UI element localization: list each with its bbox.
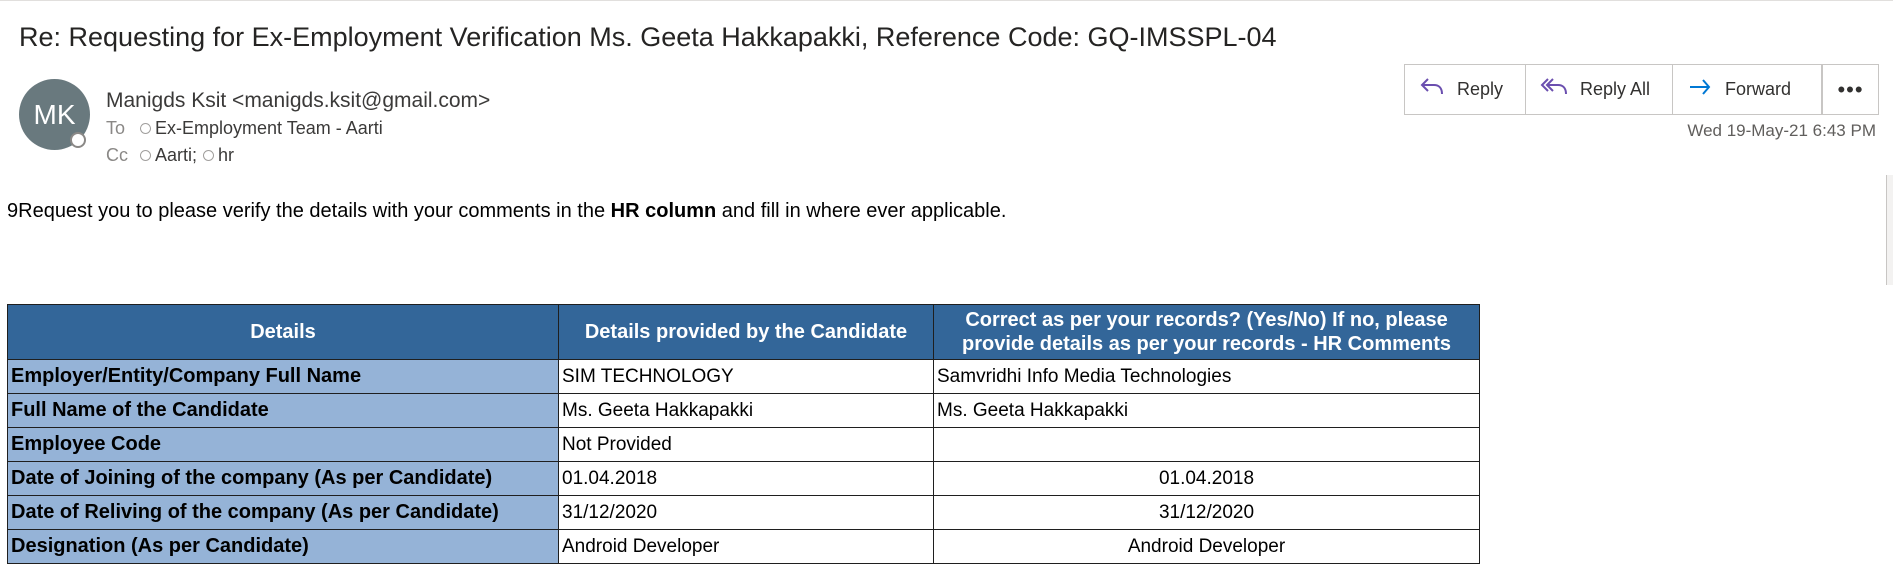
- cc-line: Cc Aarti; hr: [106, 145, 234, 166]
- candidate-value: SIM TECHNOLOGY: [558, 359, 934, 394]
- to-line: To Ex-Employment Team - Aarti: [106, 118, 383, 139]
- row-label: Employer/Entity/Company Full Name: [7, 359, 559, 394]
- forward-button[interactable]: Forward: [1673, 65, 1821, 114]
- hr-comment: [933, 427, 1480, 462]
- hr-comment: Android Developer: [933, 529, 1480, 564]
- verification-table: Details Details provided by the Candidat…: [7, 304, 1480, 564]
- hr-comment: 01.04.2018: [933, 461, 1480, 496]
- row-label: Employee Code: [7, 427, 559, 462]
- candidate-value: 31/12/2020: [558, 495, 934, 530]
- table-row: Employee Code Not Provided: [7, 427, 1480, 462]
- candidate-value: Not Provided: [558, 427, 934, 462]
- more-icon: •••: [1837, 76, 1864, 102]
- reply-label: Reply: [1457, 79, 1504, 99]
- avatar-initials: MK: [33, 98, 76, 130]
- reply-all-label: Reply All: [1580, 79, 1651, 99]
- row-label: Date of Reliving of the company (As per …: [7, 495, 559, 530]
- candidate-value: Ms. Geeta Hakkapakki: [558, 393, 934, 428]
- recipient-status-icon: [140, 150, 151, 161]
- table-row: Full Name of the Candidate Ms. Geeta Hak…: [7, 393, 1480, 428]
- cc-recipient[interactable]: hr: [218, 145, 234, 166]
- table-row: Date of Reliving of the company (As per …: [7, 495, 1480, 530]
- candidate-value: Android Developer: [558, 529, 934, 564]
- row-label: Designation (As per Candidate): [7, 529, 559, 564]
- column-header-candidate: Details provided by the Candidate: [558, 304, 934, 360]
- table-row: Designation (As per Candidate) Android D…: [7, 529, 1480, 564]
- body-text-bold: HR column: [610, 200, 717, 222]
- sent-date: Wed 19-May-21 6:43 PM: [1687, 121, 1876, 140]
- row-label: Full Name of the Candidate: [7, 393, 559, 428]
- table-row: Date of Joining of the company (As per C…: [7, 461, 1480, 496]
- cc-label: Cc: [106, 145, 128, 165]
- forward-label: Forward: [1725, 79, 1792, 99]
- hr-comment: Ms. Geeta Hakkapakki: [933, 393, 1480, 428]
- column-header-hr-comments: Correct as per your records? (Yes/No) If…: [933, 304, 1480, 360]
- reply-all-icon: [1540, 76, 1580, 103]
- reply-icon: [1419, 76, 1457, 103]
- hr-comment: Samvridhi Info Media Technologies: [933, 359, 1480, 394]
- top-divider: [0, 0, 1893, 1]
- message-actions: Reply Reply All Forward: [1404, 64, 1822, 115]
- sender-name[interactable]: Manigds Ksit <manigds.ksit@gmail.com>: [106, 89, 490, 113]
- cc-recipient[interactable]: Aarti;: [155, 145, 197, 166]
- presence-status-icon: [70, 132, 86, 148]
- table-row: Employer/Entity/Company Full Name SIM TE…: [7, 359, 1480, 394]
- to-recipient[interactable]: Ex-Employment Team - Aarti: [155, 118, 383, 139]
- recipient-status-icon: [203, 150, 215, 161]
- more-actions-button[interactable]: •••: [1822, 64, 1879, 115]
- scrollbar[interactable]: [1886, 175, 1893, 285]
- table-header-row: Details Details provided by the Candidat…: [7, 304, 1480, 360]
- body-text-prefix: 9Request you to please verify the detail…: [7, 200, 611, 222]
- candidate-value: 01.04.2018: [558, 461, 934, 496]
- recipient-status-icon: [140, 123, 151, 134]
- forward-icon: [1687, 76, 1725, 103]
- column-header-details: Details: [7, 304, 559, 360]
- row-label: Date of Joining of the company (As per C…: [7, 461, 559, 496]
- to-label: To: [106, 118, 126, 138]
- body-instruction: 9Request you to please verify the detail…: [7, 200, 1006, 223]
- reply-button[interactable]: Reply: [1405, 65, 1526, 114]
- reply-all-button[interactable]: Reply All: [1526, 65, 1673, 114]
- email-subject: Re: Requesting for Ex-Employment Verific…: [19, 22, 1277, 52]
- body-text-suffix: and fill in where ever applicable.: [716, 200, 1007, 222]
- hr-comment: 31/12/2020: [933, 495, 1480, 530]
